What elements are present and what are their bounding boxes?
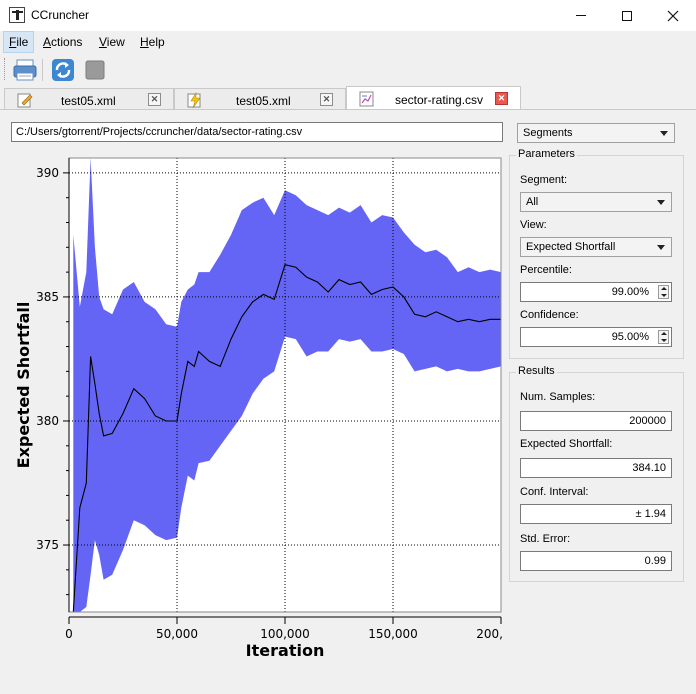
percentile-spinbox[interactable]: 99.00% xyxy=(520,282,672,302)
expected-shortfall-chart: 0 50,000 100,000 150,000 200,000 375 380 385 390… xyxy=(14,157,503,660)
confidence-spinbox[interactable]: 95.00% xyxy=(520,327,672,347)
close-icon xyxy=(667,10,679,21)
title-bar: CCruncher xyxy=(0,0,696,31)
tab-label: test05.xml xyxy=(61,94,116,108)
confidence-label: Confidence: xyxy=(520,309,579,321)
maximize-button[interactable] xyxy=(604,0,650,31)
spin-arrows-icon[interactable] xyxy=(658,330,669,344)
main-panel: C:/Users/gtorrent/Projects/ccruncher/dat… xyxy=(0,109,696,694)
x-tick-label: 0 xyxy=(65,627,73,641)
tab-test05-run[interactable]: test05.xml ✕ xyxy=(174,88,346,110)
tab-label: test05.xml xyxy=(236,94,291,108)
segment-select[interactable]: All xyxy=(520,192,672,212)
results-title: Results xyxy=(516,365,557,377)
percentile-label: Percentile: xyxy=(520,264,572,276)
run-lightning-icon xyxy=(187,92,201,108)
segment-label: Segment: xyxy=(520,174,568,186)
maximize-icon xyxy=(622,10,632,21)
menu-view[interactable]: View xyxy=(94,31,130,53)
print-icon xyxy=(13,59,37,81)
edit-document-icon xyxy=(17,93,33,108)
y-axis-title: Expected Shortfall xyxy=(14,302,33,469)
x-axis-title: Iteration xyxy=(246,641,325,660)
chevron-down-icon xyxy=(657,245,665,250)
y-tick-label: 375 xyxy=(36,538,59,552)
y-tick-label: 380 xyxy=(36,414,59,428)
menu-file[interactable]: File xyxy=(3,31,35,53)
std-error-value[interactable]: 0.99 xyxy=(520,551,672,571)
y-tick-label: 385 xyxy=(36,290,59,304)
view-label: View: xyxy=(520,219,547,231)
expected-shortfall-label: Expected Shortfall: xyxy=(520,438,613,450)
app-icon xyxy=(9,7,25,23)
menu-actions[interactable]: Actions xyxy=(38,31,87,53)
minimize-button[interactable] xyxy=(558,0,604,31)
segments-combo[interactable]: Segments xyxy=(517,123,675,143)
tab-close-icon[interactable]: ✕ xyxy=(320,93,333,106)
close-button[interactable] xyxy=(650,0,696,31)
toolbar xyxy=(0,53,696,86)
toolbar-separator xyxy=(42,59,43,81)
view-select[interactable]: Expected Shortfall xyxy=(520,237,672,257)
num-samples-value[interactable]: 200000 xyxy=(520,411,672,431)
x-tick-label: 50,000 xyxy=(156,627,198,641)
spin-arrows-icon[interactable] xyxy=(658,285,669,299)
chevron-down-icon xyxy=(660,131,668,136)
tab-bar: test05.xml ✕ test05.xml ✕ sector-rating.… xyxy=(0,86,696,110)
menu-help[interactable]: Help xyxy=(135,31,170,53)
tab-label: sector-rating.csv xyxy=(395,93,484,107)
tab-close-icon[interactable]: ✕ xyxy=(495,92,508,105)
x-tick-label: 100,000 xyxy=(260,627,310,641)
y-tick-label: 390 xyxy=(36,166,59,180)
file-path-field[interactable]: C:/Users/gtorrent/Projects/ccruncher/dat… xyxy=(11,122,503,142)
conf-interval-label: Conf. Interval: xyxy=(520,486,589,498)
parameters-title: Parameters xyxy=(516,148,577,160)
tab-close-icon[interactable]: ✕ xyxy=(148,93,161,106)
chevron-down-icon xyxy=(657,200,665,205)
toolbar-grip[interactable] xyxy=(4,58,7,80)
x-tick-label: 200,000 xyxy=(476,627,503,641)
window-title: CCruncher xyxy=(31,8,90,22)
expected-shortfall-value[interactable]: 384.10 xyxy=(520,458,672,478)
refresh-button[interactable] xyxy=(50,57,76,83)
tab-sector-rating[interactable]: sector-rating.csv ✕ xyxy=(346,86,521,110)
std-error-label: Std. Error: xyxy=(520,533,571,545)
stop-button[interactable] xyxy=(82,57,108,83)
x-tick-label: 150,000 xyxy=(368,627,418,641)
refresh-icon xyxy=(52,59,74,81)
menu-bar: File Actions View Help xyxy=(0,31,696,53)
num-samples-label: Num. Samples: xyxy=(520,391,596,403)
conf-interval-value[interactable]: ± 1.94 xyxy=(520,504,672,524)
tab-test05-edit[interactable]: test05.xml ✕ xyxy=(4,88,174,110)
chart-document-icon xyxy=(359,91,374,107)
print-button[interactable] xyxy=(12,57,38,83)
minimize-icon xyxy=(576,15,586,16)
stop-icon xyxy=(85,60,105,80)
